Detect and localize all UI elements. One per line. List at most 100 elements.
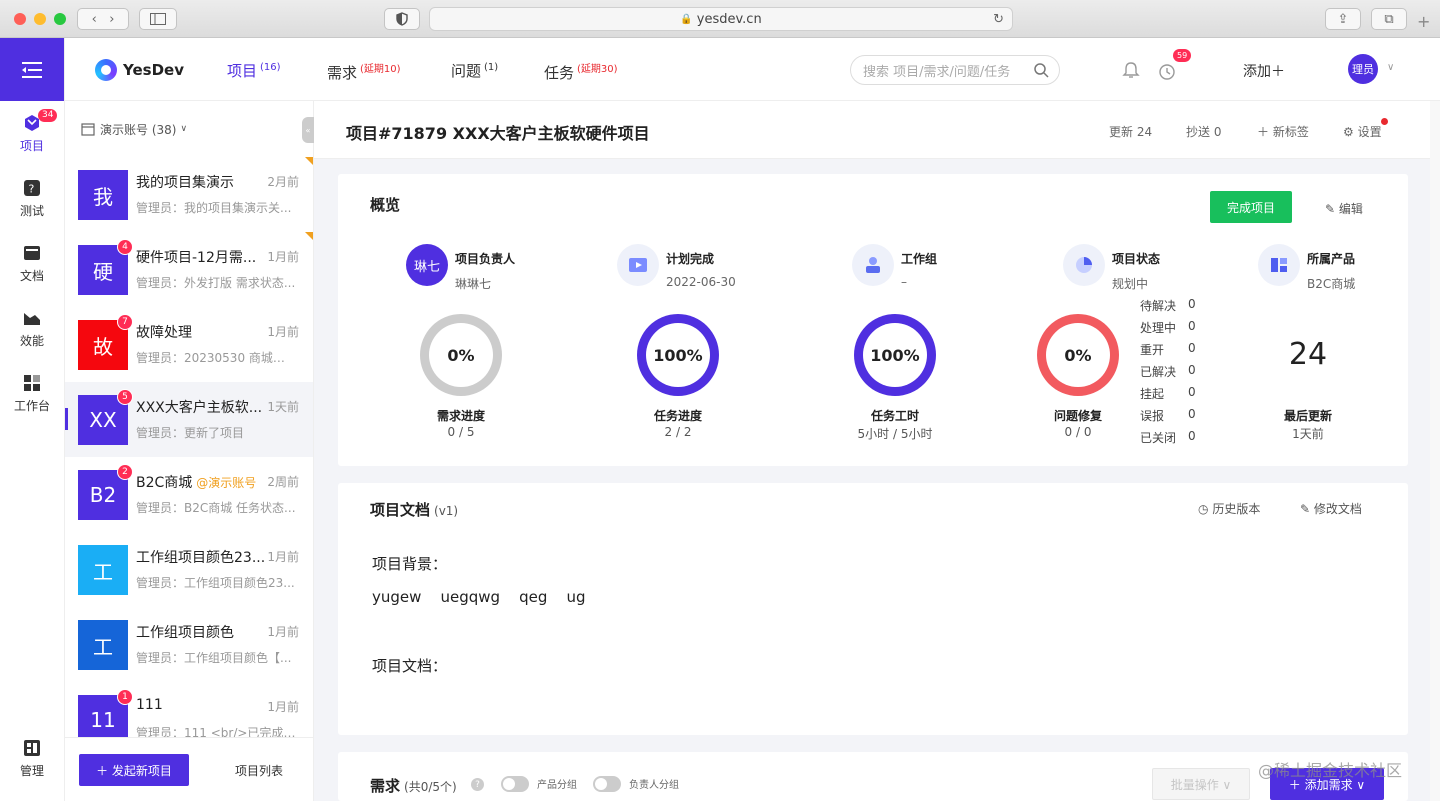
account-selector[interactable]: 演示账号 (38) ∨ (65, 101, 313, 157)
project-list-item[interactable]: 工工作组项目颜色23... 1月前 管理员：工作组项目颜色23... (65, 532, 313, 607)
project-title-text: 故障处理 (136, 325, 192, 341)
help-icon[interactable]: ? (471, 778, 484, 791)
cc-count[interactable]: 抄送 0 (1186, 123, 1221, 140)
settings-button[interactable]: ⚙ 设置 (1343, 123, 1382, 140)
address-bar[interactable]: 🔒 yesdev.cn ↻ (429, 7, 1013, 31)
requirements-card: 需求 (共0/5个) ? 产品分组 负责人分组 批量操作 ∨ ＋ 添加需求 ∨ (338, 752, 1408, 801)
edit-button[interactable]: ✎ 编辑 (1325, 200, 1363, 217)
rail-item-testing[interactable]: ? 测试 (0, 166, 64, 231)
tabs-overview-button[interactable]: ⧉ (1371, 8, 1407, 30)
avatar[interactable]: 理员 (1348, 54, 1378, 84)
zoom-window-button[interactable] (54, 13, 66, 25)
issue-status-row: 挂起 0 (1140, 385, 1196, 407)
project-desc: 管理员：外发打版 需求状态... (136, 276, 296, 290)
tab-label: 需求 (327, 64, 358, 82)
issue-status-name: 待解决 (1140, 299, 1177, 313)
main-scrollbar[interactable] (1430, 101, 1440, 801)
ring-label: 问题修复 (1053, 409, 1102, 423)
req-title: 需求 (共0/5个) (370, 775, 457, 796)
doc-doc-label: 项目文档： (372, 657, 448, 675)
tab-requirements[interactable]: 需求 (延期10) (327, 60, 401, 83)
rail-item-efficiency[interactable]: 效能 (0, 296, 64, 361)
issue-status-count: 0 (1188, 429, 1196, 443)
req-count: (共0/5个) (404, 780, 457, 794)
project-desc: 管理员：20230530 商城网... (136, 351, 296, 365)
project-tag: @演示账号 (196, 476, 257, 490)
issue-status-count: 0 (1188, 319, 1196, 333)
issue-status-name: 挂起 (1140, 387, 1165, 401)
rail-item-workbench[interactable]: 工作台 (0, 361, 64, 426)
issue-status-row: 误报 0 (1140, 407, 1196, 429)
search-placeholder: 搜索 项目/需求/问题/任务 (863, 64, 1011, 80)
project-list-item[interactable]: 我我的项目集演示 2月前 管理员：我的项目集演示关... (65, 157, 313, 232)
share-button[interactable]: ⇪ (1325, 8, 1361, 30)
minimize-window-button[interactable] (34, 13, 46, 25)
edit-label: 编辑 (1338, 202, 1363, 216)
collapse-panel-handle[interactable]: « (302, 117, 314, 143)
forward-icon[interactable]: › (109, 12, 114, 27)
project-list-item[interactable]: XX 5 XXX大客户主板软... 1天前 管理员：更新了项目 (65, 382, 313, 457)
tab-issues[interactable]: 问题 (1) (451, 60, 498, 81)
privacy-shield-button[interactable] (384, 8, 420, 30)
corner-flag (305, 232, 313, 240)
back-forward-buttons[interactable]: ‹ › (77, 8, 129, 30)
close-window-button[interactable] (14, 13, 26, 25)
alarm-clock-icon[interactable] (1157, 61, 1177, 81)
project-list-item[interactable]: 硬 4 硬件项目-12月需... 1月前 管理员：外发打版 需求状态... (65, 232, 313, 307)
bell-icon[interactable] (1122, 61, 1140, 79)
new-project-button[interactable]: ＋ 发起新项目 (79, 754, 189, 786)
finish-project-button[interactable]: 完成项目 (1210, 191, 1292, 223)
project-list-item[interactable]: B2 2 B2C商城 @演示账号 2周前 管理员：B2C商城 任务状态... (65, 457, 313, 532)
project-list-link[interactable]: 项目列表 (235, 762, 283, 779)
modify-doc-button[interactable]: ✎ 修改文档 (1300, 500, 1362, 517)
rail-item-docs[interactable]: 文档 (0, 231, 64, 296)
project-thumb: 工 (78, 545, 128, 595)
reload-icon[interactable]: ↻ (993, 12, 1004, 27)
project-title: B2C商城 @演示账号 (136, 472, 266, 492)
project-list-item[interactable]: 工工作组项目颜色 1月前 管理员：工作组项目颜色【... (65, 607, 313, 682)
project-time: 1月前 (267, 625, 299, 639)
owner-avatar[interactable]: 琳七 (406, 244, 448, 286)
project-list-item[interactable]: 故 7 故障处理 1月前 管理员：20230530 商城网... (65, 307, 313, 382)
notification-dot (1381, 118, 1388, 125)
doc-title-text: 项目文档 (370, 501, 431, 519)
new-tab-icon[interactable]: + (1417, 12, 1430, 31)
sidebar-toggle-button[interactable] (139, 8, 177, 30)
rail-item-admin[interactable]: 管理 (0, 726, 64, 791)
issue-status-row: 待解决 0 (1140, 297, 1196, 319)
back-icon[interactable]: ‹ (92, 12, 97, 27)
search-icon[interactable] (1033, 62, 1049, 78)
issue-status-row: 已关闭 0 (1140, 429, 1196, 451)
edit-icon: ✎ (1325, 202, 1336, 216)
search-input[interactable]: 搜索 项目/需求/问题/任务 (850, 55, 1060, 85)
rail-item-label: 工作台 (13, 399, 50, 413)
modify-label: 修改文档 (1313, 502, 1362, 516)
tabs-icon: ⧉ (1384, 11, 1394, 27)
ring-percent: 100% (863, 323, 927, 387)
project-title: 硬件项目-12月需... (136, 247, 266, 267)
unread-badge: 5 (117, 389, 133, 405)
calendar-video-icon (617, 244, 659, 286)
svg-text:?: ? (29, 183, 35, 196)
history-version-button[interactable]: ◷ 历史版本 (1198, 500, 1260, 517)
owner-group-toggle[interactable] (593, 776, 621, 792)
tab-projects[interactable]: 项目 (16) (227, 60, 281, 81)
batch-action-button[interactable]: 批量操作 ∨ (1152, 768, 1250, 800)
project-list-panel: 演示账号 (38) ∨ « 我我的项目集演示 2月前 管理员：我的项目集演示关...… (65, 101, 314, 801)
rail-item-projects[interactable]: 项目 34 (0, 101, 64, 166)
tab-tasks[interactable]: 任务 (延期30) (544, 60, 618, 83)
updates-count[interactable]: 更新 24 (1109, 123, 1152, 140)
doc-background-label: 项目背景： (372, 555, 448, 573)
overview-card: 概览 完成项目 ✎ 编辑 琳七 项目负责人 琳琳七 计划完成 2022-06-3… (338, 174, 1408, 466)
rail-badge: 34 (38, 109, 58, 122)
chevron-down-icon[interactable]: ∨ (1387, 62, 1394, 73)
menu-toggle[interactable] (0, 38, 64, 101)
new-tag-button[interactable]: ＋ 新标签 (1257, 123, 1309, 140)
add-menu-button[interactable]: 添加＋ (1243, 61, 1285, 81)
product-group-toggle[interactable] (501, 776, 529, 792)
rail-item-label: 效能 (19, 334, 44, 348)
unread-badge: 4 (117, 239, 133, 255)
calendar-icon (81, 123, 95, 136)
logo[interactable]: YesDev (95, 59, 184, 81)
issue-status-name: 已关闭 (1140, 431, 1177, 445)
